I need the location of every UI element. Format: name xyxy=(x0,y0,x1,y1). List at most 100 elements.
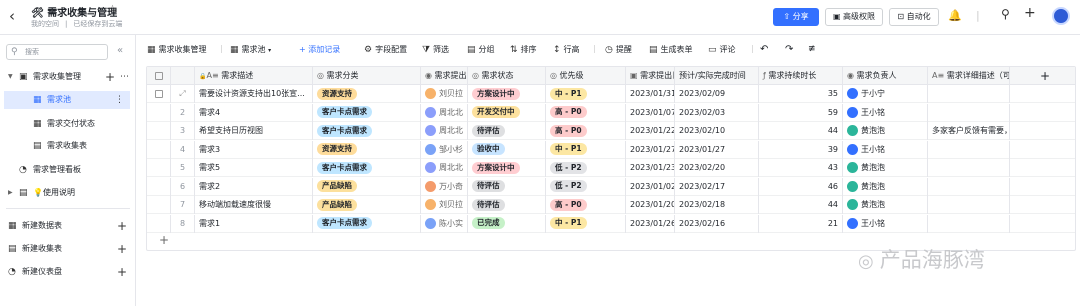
table-cell[interactable]: 59 xyxy=(759,103,843,122)
table-cell[interactable] xyxy=(147,214,171,233)
table-cell[interactable]: 陈小实 xyxy=(421,214,468,233)
table-cell[interactable]: 8 xyxy=(171,214,195,233)
table-cell[interactable]: 开发交付中 xyxy=(468,103,546,122)
table-cell[interactable]: 黄泡泡 xyxy=(843,177,928,196)
table-row[interactable]: 2 需求4 客户卡点需求 周北北 开发交付中 高 - P0 2023/01/07 2023/0… xyxy=(147,103,1075,122)
table-cell[interactable] xyxy=(147,159,171,177)
expand-icon[interactable]: ▶ xyxy=(8,184,13,202)
table-cell[interactable]: 刘贝拉 xyxy=(421,85,468,103)
table-cell[interactable]: 2023/02/16 xyxy=(675,214,759,233)
table-cell[interactable]: 客户卡点需求 xyxy=(313,214,421,233)
table-cell[interactable]: 2023/01/22 xyxy=(626,122,675,140)
table-cell[interactable]: 中 - P1 xyxy=(546,214,626,233)
column-header[interactable]: ◎ 需求分类 xyxy=(313,67,421,85)
advanced-permission-button[interactable]: ▣ 高级权限 xyxy=(825,8,883,26)
table-cell[interactable] xyxy=(928,177,1010,196)
sidebar-item-pool[interactable]: ▦ 需求池 ⋮ xyxy=(4,91,130,109)
header-control[interactable] xyxy=(147,67,171,85)
add-icon[interactable]: + xyxy=(117,217,127,235)
sidebar-item-delivery[interactable]: ▦ 需求交付状态 xyxy=(0,115,135,133)
undo-icon[interactable]: ↶ xyxy=(760,44,768,55)
add-icon[interactable]: + xyxy=(117,263,127,281)
filter-button[interactable]: ⧩ 筛选 xyxy=(422,44,449,55)
field-config-button[interactable]: ⚙ 字段配置 xyxy=(364,44,407,55)
table-cell[interactable]: 高 - P0 xyxy=(546,196,626,214)
table-cell[interactable] xyxy=(1010,85,1076,103)
table-cell[interactable]: 需要设计资源支持出10张宣... xyxy=(195,85,313,103)
table-cell[interactable]: 王小铭 xyxy=(843,103,928,122)
table-cell[interactable]: 客户卡点需求 xyxy=(313,122,421,140)
table-cell[interactable]: 于小宁 xyxy=(843,85,928,103)
table-cell[interactable] xyxy=(1010,196,1076,214)
add-column-button[interactable]: + xyxy=(1010,67,1076,85)
sidebar-item-guide[interactable]: ▶ ▤ 💡使用说明 xyxy=(0,184,135,202)
table-row[interactable]: 5 需求5 客户卡点需求 周北北 方案设计中 低 - P2 2023/01/23 2023/0… xyxy=(147,159,1075,177)
table-row[interactable]: 6 需求2 产品缺陷 万小奇 待评估 低 - P2 2023/01/02 2023/02/17… xyxy=(147,177,1076,196)
expand-icon[interactable]: ▼ xyxy=(8,68,13,86)
table-cell[interactable] xyxy=(928,140,1010,159)
table-cell[interactable]: 高 - P0 xyxy=(546,122,626,140)
share-button[interactable]: ⇧ 分享 xyxy=(773,8,819,26)
create-table-button[interactable]: ▦ 新建数据表 + xyxy=(0,217,135,235)
row-checkbox[interactable] xyxy=(155,89,163,98)
table-cell[interactable]: 需求1 xyxy=(195,214,313,233)
table-cell[interactable]: 2023/01/26 xyxy=(626,214,675,233)
table-cell[interactable]: 2023/02/18 xyxy=(675,196,759,214)
create-form-button[interactable]: ▤ 新建收集表 + xyxy=(0,240,135,258)
add-icon[interactable]: + xyxy=(105,68,115,86)
add-record-button[interactable]: + 添加记录 xyxy=(299,44,340,55)
table-cell[interactable]: 2023/02/03 xyxy=(675,103,759,122)
add-icon[interactable]: + xyxy=(117,240,127,258)
column-header[interactable]: A≡ 需求详细描述（可附文档） xyxy=(928,67,1010,85)
table-cell[interactable]: 中 - P1 xyxy=(546,85,626,103)
expand-row-icon[interactable]: ⤢ xyxy=(179,89,185,98)
column-header[interactable]: ◉ 需求负责人 xyxy=(843,67,928,85)
table-cell[interactable]: 待评估 xyxy=(468,177,546,196)
table-cell[interactable]: 44 xyxy=(759,196,843,214)
column-header[interactable]: ƒ 需求持续时长 xyxy=(759,67,843,85)
table-cell[interactable]: 46 xyxy=(759,177,843,196)
table-cell[interactable]: 验收中 xyxy=(468,140,546,159)
automation-button[interactable]: ⊡ 自动化 xyxy=(889,8,939,26)
header-control[interactable] xyxy=(171,67,195,85)
table-cell[interactable]: 黄泡泡 xyxy=(843,196,928,214)
table-cell[interactable]: 39 xyxy=(759,140,843,159)
avatar[interactable] xyxy=(1052,7,1070,25)
table-cell[interactable] xyxy=(928,103,1010,122)
redo-icon[interactable]: ↷ xyxy=(785,44,793,55)
create-dashboard-button[interactable]: ◔ 新建仪表盘 + xyxy=(0,263,135,281)
table-cell[interactable]: 中 - P1 xyxy=(546,140,626,159)
table-cell[interactable]: 资源支持 xyxy=(313,85,421,103)
table-cell[interactable]: 移动端加载速度很慢 xyxy=(195,196,313,214)
table-cell[interactable]: 2023/02/09 xyxy=(675,85,759,103)
table-cell[interactable]: 万小奇 xyxy=(421,177,468,196)
reminder-button[interactable]: ◷ 提醒 xyxy=(605,44,632,55)
table-cell[interactable] xyxy=(147,103,171,122)
table-cell[interactable]: 需求5 xyxy=(195,159,313,177)
table-cell[interactable]: 44 xyxy=(759,122,843,140)
table-cell[interactable]: 资源支持 xyxy=(313,140,421,159)
table-cell[interactable]: 2023/01/31 xyxy=(626,85,675,103)
table-cell[interactable]: 产品缺陷 xyxy=(313,196,421,214)
table-cell[interactable] xyxy=(1010,141,1076,159)
table-cell[interactable]: 待评估 xyxy=(468,196,546,214)
column-header[interactable]: 预计/实际完成时间 xyxy=(675,67,759,85)
table-cell[interactable]: 需求2 xyxy=(195,177,313,196)
table-cell[interactable]: ⤢ xyxy=(171,85,195,103)
table-cell[interactable] xyxy=(1010,178,1076,196)
table-cell[interactable]: 方案设计中 xyxy=(468,159,546,177)
sidebar-item-folder[interactable]: ▼ ▣ 需求收集管理 + ⋯ xyxy=(0,68,135,86)
table-cell[interactable]: 周北北 xyxy=(421,122,468,140)
star-icon[interactable]: ☆ xyxy=(108,4,117,15)
table-cell[interactable]: 2023/01/02 xyxy=(626,177,675,196)
table-cell[interactable] xyxy=(928,85,1010,103)
table-cell[interactable]: 2023/01/27 xyxy=(675,140,759,159)
table-cell[interactable]: 刘贝拉 xyxy=(421,196,468,214)
table-cell[interactable]: 7 xyxy=(171,196,195,214)
column-header[interactable]: ◎ 优先级 xyxy=(546,67,626,85)
breadcrumb-space[interactable]: 我的空间 xyxy=(31,20,59,28)
format-icon[interactable]: ≢ xyxy=(808,44,816,54)
table-cell[interactable]: 2 xyxy=(171,103,195,122)
table-row[interactable]: 7 移动端加载速度很慢 产品缺陷 刘贝拉 待评估 高 - P0 2023/01/20 2023… xyxy=(147,196,1075,214)
more-icon[interactable]: ⋯ xyxy=(120,68,129,86)
